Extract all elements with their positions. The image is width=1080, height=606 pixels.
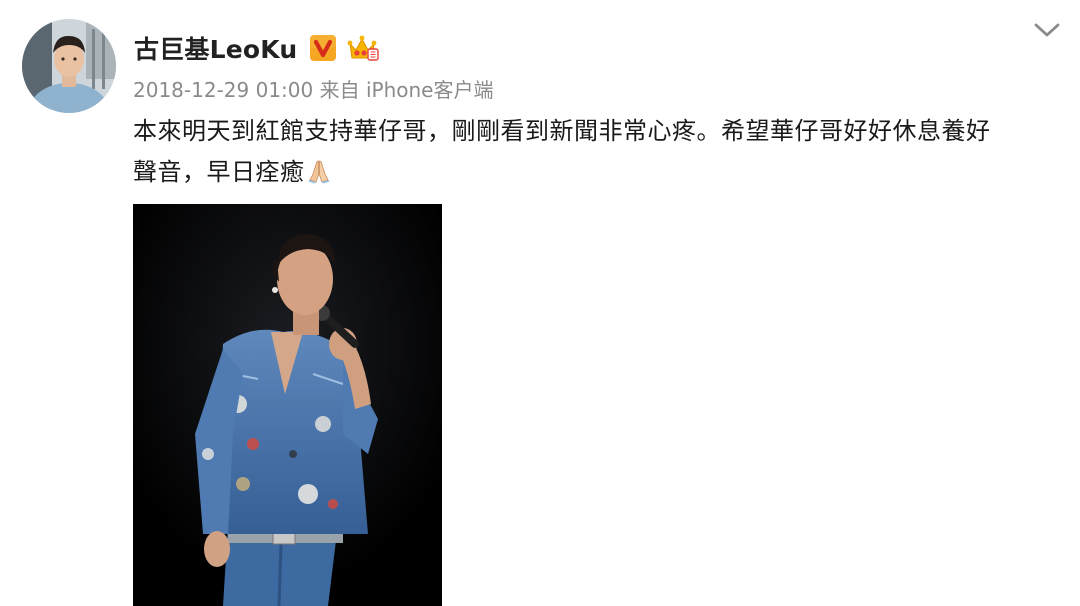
- concert-photo[interactable]: [133, 204, 442, 606]
- weibo-post: 古巨基LeoKu 2018-12-29 01:00 来自 iPhone客户端 本…: [0, 0, 1080, 606]
- post-text-line2: 聲音，早日痊癒: [133, 158, 305, 186]
- pray-hands-icon: [306, 156, 332, 184]
- author-row: 古巨基LeoKu: [134, 28, 380, 68]
- post-source[interactable]: 来自 iPhone客户端: [320, 78, 494, 102]
- concert-photo-image: [133, 204, 442, 606]
- avatar-image: [22, 19, 116, 113]
- post-text: 本來明天到紅館支持華仔哥，剛剛看到新聞非常心疼。希望華仔哥好好休息養好 聲音，早…: [133, 111, 1053, 193]
- crown-member-icon[interactable]: [347, 33, 380, 63]
- post-timestamp[interactable]: 2018-12-29 01:00: [133, 78, 313, 102]
- post-meta: 2018-12-29 01:00 来自 iPhone客户端: [133, 74, 493, 103]
- verified-v-icon[interactable]: [309, 34, 337, 62]
- username[interactable]: 古巨基LeoKu: [134, 30, 297, 66]
- chevron-down-icon[interactable]: [1032, 18, 1062, 42]
- avatar[interactable]: [22, 19, 116, 113]
- post-text-line1: 本來明天到紅館支持華仔哥，剛剛看到新聞非常心疼。希望華仔哥好好休息養好: [133, 117, 991, 145]
